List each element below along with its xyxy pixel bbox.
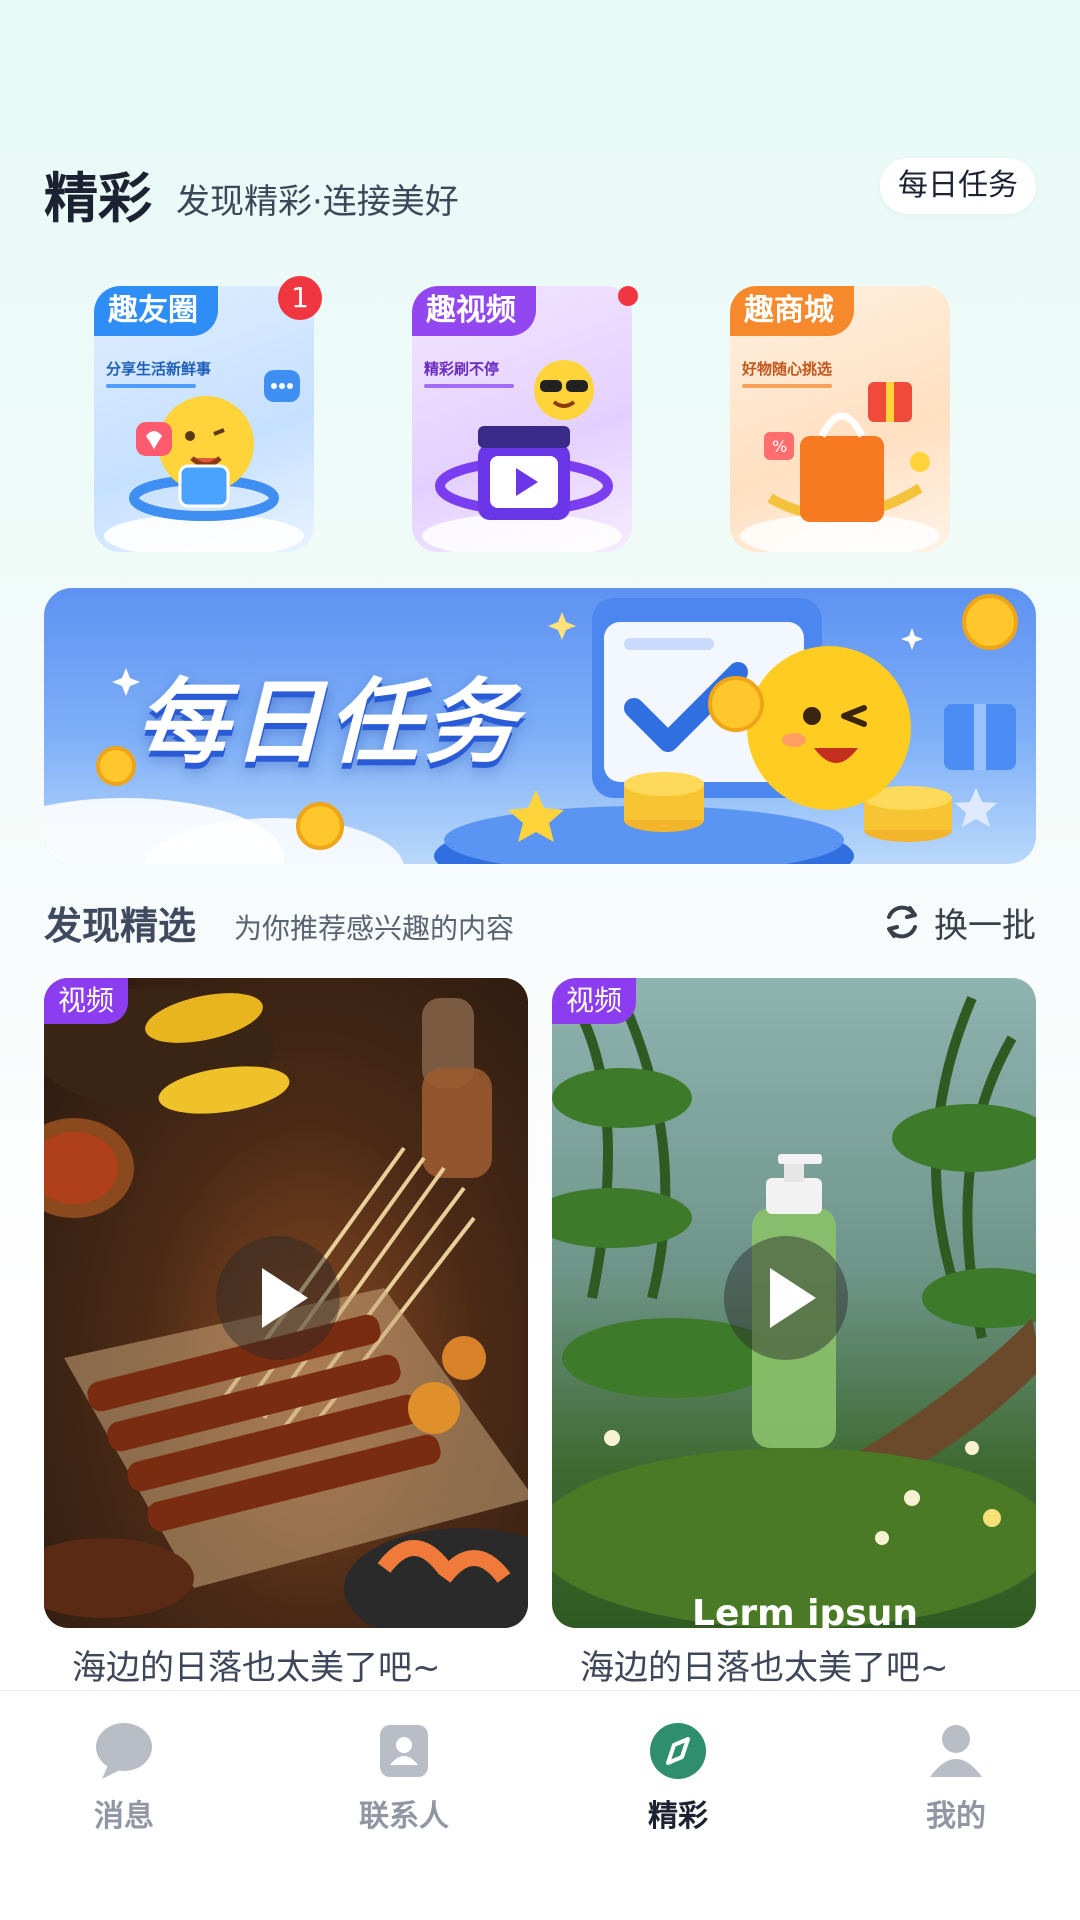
page-title: 精彩	[44, 167, 152, 230]
play-button[interactable]	[216, 1236, 340, 1360]
tab-messages[interactable]: 消息	[44, 1721, 204, 1841]
feature-underline	[742, 384, 832, 388]
feature-underline	[106, 384, 196, 388]
feature-tag-friends: 趣友圈	[94, 286, 218, 336]
card-caption: 海边的日落也太美了吧~	[580, 1648, 949, 1688]
person-icon	[930, 1725, 982, 1777]
feature-desc-video: 精彩刷不停	[424, 360, 500, 378]
play-button[interactable]	[724, 1236, 848, 1360]
content-card[interactable]: Lerm ipsun 视频	[552, 978, 1036, 1628]
overlay-text: Lerm ipsun	[692, 1593, 918, 1629]
daily-task-banner[interactable]: 每日任务	[44, 588, 1036, 864]
feature-tag-video: 趣视频	[412, 286, 536, 336]
feature-card-mall[interactable]: % 趣商城 好物随心挑选	[730, 286, 950, 552]
bottom-tab-bar: 消息 联系人 精彩 我的	[0, 1690, 1080, 1920]
tab-label: 联系人	[359, 1799, 449, 1834]
discover-section-header: 发现精选 为你推荐感兴趣的内容 换一批	[44, 895, 1036, 955]
feature-desc-mall: 好物随心挑选	[742, 360, 833, 378]
feature-tag-mall: 趣商城	[730, 286, 854, 336]
feature-card-video[interactable]: 趣视频 精彩刷不停	[412, 286, 632, 552]
content-card[interactable]: 视频	[44, 978, 528, 1628]
tab-label: 消息	[94, 1799, 154, 1834]
section-title: 发现精选	[44, 904, 197, 948]
notification-badge: 1	[278, 276, 322, 320]
page-subtitle: 发现精彩·连接美好	[176, 182, 459, 222]
play-icon	[770, 1268, 816, 1328]
feature-card-friends[interactable]: 趣友圈 分享生活新鲜事	[94, 286, 314, 552]
feature-underline	[424, 384, 514, 388]
new-content-dot	[618, 286, 638, 306]
feature-desc-friends: 分享生活新鲜事	[106, 360, 212, 378]
compass-icon	[650, 1723, 706, 1779]
card-caption: 海边的日落也太美了吧~	[72, 1648, 441, 1688]
refresh-icon	[887, 905, 917, 939]
tab-me[interactable]: 我的	[876, 1721, 1036, 1841]
tab-label: 我的	[926, 1799, 986, 1834]
video-tag: 视频	[552, 978, 637, 1024]
daily-task-button[interactable]: 每日任务	[880, 158, 1036, 214]
tab-contacts[interactable]: 联系人	[324, 1721, 484, 1841]
tab-label: 精彩	[648, 1799, 708, 1834]
page-header: 精彩 发现精彩·连接美好 每日任务	[44, 150, 1036, 230]
play-icon	[262, 1268, 308, 1328]
message-bubble-icon	[96, 1723, 152, 1779]
refresh-button[interactable]: 换一批	[880, 897, 1036, 947]
tab-discover[interactable]: 精彩	[598, 1721, 758, 1841]
video-tag: 视频	[44, 978, 129, 1024]
refresh-label: 换一批	[934, 905, 1036, 946]
section-subtitle: 为你推荐感兴趣的内容	[234, 912, 515, 945]
banner-title: 每日任务	[136, 669, 521, 776]
svg-text:%: %	[772, 437, 787, 456]
contacts-icon	[380, 1725, 428, 1777]
